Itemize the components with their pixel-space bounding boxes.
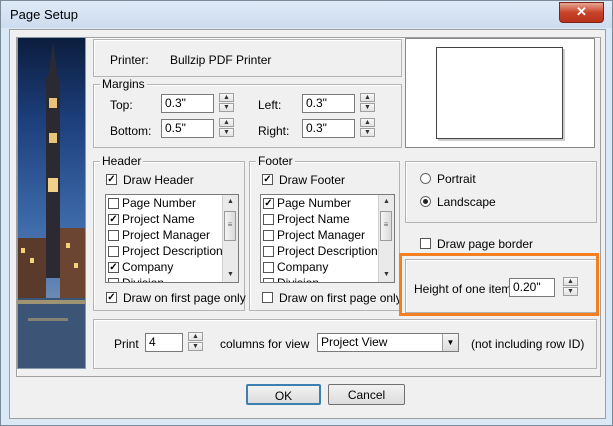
header-item-checkbox[interactable] bbox=[108, 278, 119, 282]
header-item-label: Project Manager bbox=[122, 228, 211, 242]
scroll-down-icon[interactable]: ▼ bbox=[223, 268, 238, 282]
cancel-button[interactable]: Cancel bbox=[328, 384, 405, 405]
header-item-checkbox[interactable]: ✓ bbox=[108, 262, 119, 273]
draw-footer-label: Draw Footer bbox=[279, 173, 346, 187]
scroll-down-icon[interactable]: ▼ bbox=[379, 268, 394, 282]
draw-header-label: Draw Header bbox=[123, 173, 194, 187]
orientation-group bbox=[405, 161, 597, 223]
header-item-checkbox[interactable]: ✓ bbox=[108, 214, 119, 225]
header-item-label: Company bbox=[122, 260, 174, 274]
title-bar[interactable]: Page Setup ✕ bbox=[1, 1, 612, 28]
page-border-label: Draw page border bbox=[437, 237, 534, 251]
footer-item-checkbox[interactable] bbox=[263, 246, 274, 257]
header-items-list[interactable]: Page Number ✓ Project Name Project Manager P… bbox=[105, 194, 239, 283]
footer-item-checkbox[interactable]: ✓ bbox=[263, 198, 274, 209]
printer-label: Printer: bbox=[110, 53, 149, 67]
footer-item-checkbox[interactable] bbox=[263, 262, 274, 273]
footer-item-checkbox[interactable] bbox=[263, 214, 274, 225]
city-photo-image bbox=[17, 37, 86, 369]
footer-list-scrollbar[interactable]: ▲ ≡ ▼ bbox=[378, 195, 394, 282]
view-select[interactable]: Project View ▼ bbox=[317, 333, 459, 352]
left-margin-input[interactable]: 0.3" bbox=[302, 94, 355, 113]
spin-down-icon[interactable]: ▼ bbox=[360, 128, 375, 137]
draw-header-checkbox[interactable]: ✓ bbox=[106, 174, 117, 185]
footer-item-label: Project Manager bbox=[277, 228, 366, 242]
top-margin-label: Top: bbox=[110, 98, 133, 112]
spin-down-icon[interactable]: ▼ bbox=[219, 103, 234, 112]
page-preview bbox=[405, 38, 595, 148]
header-item-label: Division bbox=[122, 276, 165, 283]
top-margin-stepper[interactable]: ▲ ▼ bbox=[219, 93, 234, 114]
view-select-value: Project View bbox=[321, 335, 388, 349]
landscape-label: Landscape bbox=[437, 195, 496, 209]
preview-page-image bbox=[436, 47, 563, 139]
scroll-up-icon[interactable]: ▲ bbox=[379, 195, 394, 209]
bottom-margin-stepper[interactable]: ▲ ▼ bbox=[219, 118, 234, 139]
page-setup-window: Page Setup ✕ Printer: Bullzip PDF Printe… bbox=[0, 0, 613, 426]
scroll-thumb[interactable]: ≡ bbox=[380, 211, 392, 241]
close-button[interactable]: ✕ bbox=[559, 2, 604, 23]
page-border-checkbox[interactable] bbox=[420, 238, 431, 249]
portrait-radio[interactable] bbox=[420, 173, 431, 184]
right-margin-stepper[interactable]: ▲ ▼ bbox=[360, 118, 375, 139]
columns-input[interactable]: 4 bbox=[145, 333, 183, 352]
footer-item-label: Project Name bbox=[277, 212, 350, 226]
footer-first-page-label: Draw on first page only bbox=[279, 291, 402, 305]
right-margin-input[interactable]: 0.3" bbox=[302, 119, 355, 138]
margins-title: Margins bbox=[100, 77, 147, 91]
spin-up-icon[interactable]: ▲ bbox=[360, 93, 375, 102]
draw-footer-checkbox[interactable]: ✓ bbox=[262, 174, 273, 185]
printer-name: Bullzip PDF Printer bbox=[170, 53, 272, 67]
header-item-label: Project Name bbox=[122, 212, 195, 226]
spin-up-icon[interactable]: ▲ bbox=[188, 332, 203, 341]
left-margin-label: Left: bbox=[258, 98, 282, 112]
scroll-thumb[interactable]: ≡ bbox=[224, 211, 236, 241]
right-margin-label: Right: bbox=[258, 124, 290, 138]
bottom-margin-label: Bottom: bbox=[110, 124, 152, 138]
spin-up-icon[interactable]: ▲ bbox=[219, 93, 234, 102]
columns-stepper[interactable]: ▲ ▼ bbox=[188, 332, 203, 353]
spin-down-icon[interactable]: ▼ bbox=[188, 342, 203, 351]
highlight-annotation bbox=[399, 253, 599, 316]
window-title: Page Setup bbox=[10, 7, 78, 22]
landscape-radio[interactable] bbox=[420, 196, 431, 207]
header-item-label: Project Description bbox=[122, 244, 223, 258]
header-first-page-label: Draw on first page only bbox=[123, 291, 246, 305]
spin-up-icon[interactable]: ▲ bbox=[219, 118, 234, 127]
header-item-checkbox[interactable] bbox=[108, 230, 119, 241]
footer-item-label: Project Description bbox=[277, 244, 378, 258]
header-item-checkbox[interactable] bbox=[108, 246, 119, 257]
margins-group bbox=[93, 84, 402, 148]
left-margin-stepper[interactable]: ▲ ▼ bbox=[360, 93, 375, 114]
spin-down-icon[interactable]: ▼ bbox=[360, 103, 375, 112]
ok-button[interactable]: OK bbox=[246, 384, 321, 405]
bottom-margin-input[interactable]: 0.5" bbox=[161, 119, 214, 138]
footer-item-label: Company bbox=[277, 260, 329, 274]
footer-item-checkbox[interactable] bbox=[263, 230, 274, 241]
header-item-checkbox[interactable] bbox=[108, 198, 119, 209]
row-id-note: (not including row ID) bbox=[471, 337, 585, 351]
chevron-down-icon[interactable]: ▼ bbox=[442, 334, 458, 351]
spin-up-icon[interactable]: ▲ bbox=[360, 118, 375, 127]
portrait-label: Portrait bbox=[437, 172, 476, 186]
footer-item-label: Division bbox=[277, 276, 320, 283]
footer-first-page-checkbox[interactable] bbox=[262, 292, 273, 303]
scroll-up-icon[interactable]: ▲ bbox=[223, 195, 238, 209]
header-title: Header bbox=[100, 154, 144, 168]
header-item-label: Page Number bbox=[122, 196, 197, 210]
footer-items-list[interactable]: ✓ Page Number Project Name Project Manager P… bbox=[260, 194, 395, 283]
columns-label: columns for view bbox=[220, 337, 310, 351]
footer-title: Footer bbox=[256, 154, 295, 168]
spin-down-icon[interactable]: ▼ bbox=[219, 128, 234, 137]
header-list-scrollbar[interactable]: ▲ ≡ ▼ bbox=[222, 195, 238, 282]
footer-item-checkbox[interactable] bbox=[263, 278, 274, 282]
header-first-page-checkbox[interactable]: ✓ bbox=[106, 292, 117, 303]
top-margin-input[interactable]: 0.3" bbox=[161, 94, 214, 113]
print-label: Print bbox=[114, 337, 139, 351]
footer-item-label: Page Number bbox=[277, 196, 352, 210]
